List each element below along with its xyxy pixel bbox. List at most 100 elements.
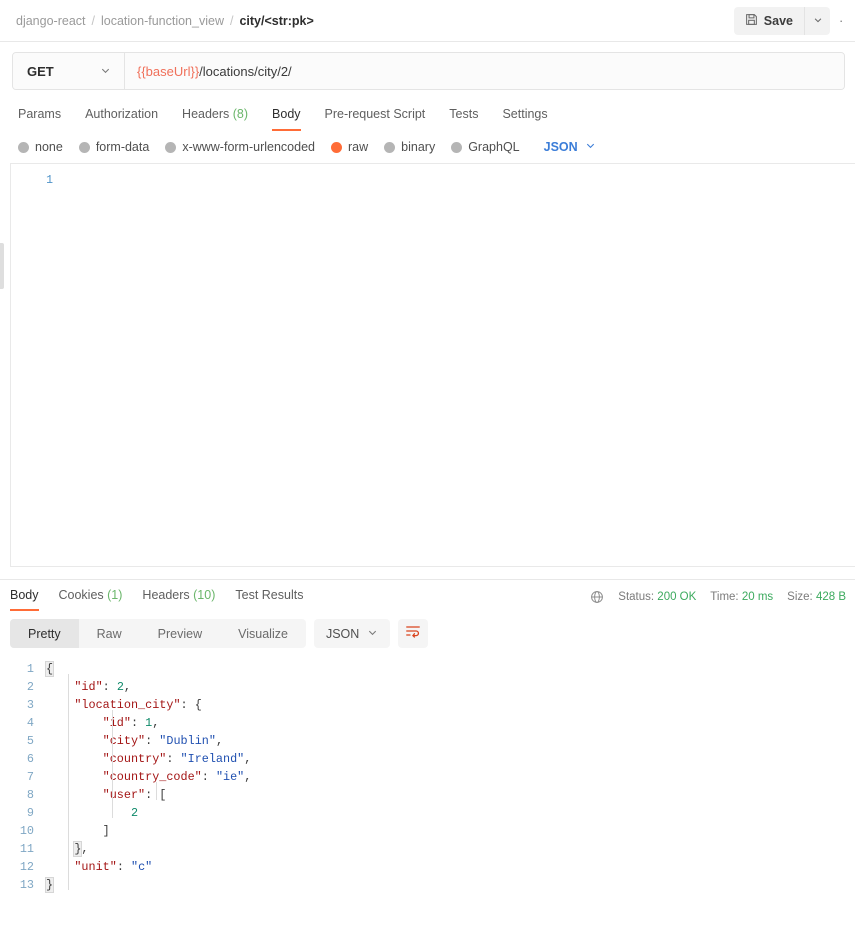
body-mode-x-www-form-urlencoded[interactable]: x-www-form-urlencoded xyxy=(165,140,315,154)
body-mode-raw[interactable]: raw xyxy=(331,140,368,154)
response-tabs: Body Cookies (1) Headers (10) Test Results … xyxy=(0,580,855,611)
url-variable: {{baseUrl}} xyxy=(137,63,200,79)
json-token: , xyxy=(123,680,132,694)
response-tab-body[interactable]: Body xyxy=(10,588,39,611)
json-token: "location_city" xyxy=(74,698,181,712)
response-body-json[interactable]: 1{2 "id": 2, 3 "location_city": {4 "id": … xyxy=(0,656,855,916)
tab-label: Headers xyxy=(182,107,230,121)
view-mode-preview[interactable]: Preview xyxy=(140,619,220,648)
response-view-modes: Pretty Raw Preview Visualize xyxy=(10,619,306,648)
json-line-content: "id": 2, xyxy=(46,678,131,696)
radio-icon[interactable] xyxy=(78,141,90,153)
top-bar: django-react / location-function_view / city… xyxy=(0,0,855,42)
json-line-content: { xyxy=(44,660,55,678)
body-mode-label: GraphQL xyxy=(468,140,520,154)
json-line: 11 }, xyxy=(0,840,855,858)
json-line-content: "unit": "c" xyxy=(46,858,152,876)
json-line-content: 2 xyxy=(46,804,138,822)
request-tab-authorization[interactable]: Authorization xyxy=(85,107,158,131)
request-tab-headers[interactable]: Headers (8) xyxy=(182,107,248,131)
json-token: : { xyxy=(180,698,202,712)
response-toolbar: Pretty Raw Preview Visualize JSON xyxy=(0,611,855,656)
status-metric: Status: 200 OK xyxy=(618,591,696,603)
json-line-number: 3 xyxy=(26,698,34,712)
json-token: "ie" xyxy=(215,770,245,784)
floppy-disk-icon xyxy=(745,13,758,29)
breadcrumb-item[interactable]: django-react xyxy=(16,14,86,28)
request-tab-params[interactable]: Params xyxy=(18,107,61,131)
json-line-content: "country": "Ireland", xyxy=(46,750,252,768)
json-line-number: 2 xyxy=(26,680,34,694)
json-line-number: 13 xyxy=(19,878,34,892)
response-tab-cookies[interactable]: Cookies (1) xyxy=(59,588,123,611)
response-meta: Status: 200 OK Time: 20 ms Size: 428 B xyxy=(590,590,855,611)
tab-label: Pre-request Script xyxy=(324,107,426,121)
tab-label: Cookies xyxy=(58,588,104,602)
radio-icon[interactable] xyxy=(165,141,177,153)
body-mode-none[interactable]: none xyxy=(18,140,63,154)
body-format-select[interactable]: JSON xyxy=(544,140,596,154)
radio-icon[interactable] xyxy=(384,141,396,153)
view-mode-pretty[interactable]: Pretty xyxy=(10,619,79,648)
json-token: : xyxy=(116,860,131,874)
radio-icon[interactable] xyxy=(18,141,29,153)
json-line: 9 2 xyxy=(0,804,855,822)
request-tab-settings[interactable]: Settings xyxy=(502,107,547,131)
json-token: : xyxy=(102,680,117,694)
json-line-content: "country_code": "ie", xyxy=(46,768,252,786)
save-button-label: Save xyxy=(763,13,793,28)
indent-guide xyxy=(156,782,157,800)
more-actions-button[interactable]: ··· xyxy=(839,13,845,28)
body-mode-form-data[interactable]: form-data xyxy=(78,140,149,154)
body-mode-label: raw xyxy=(348,140,369,154)
json-line-content: "user": [ xyxy=(46,786,167,804)
json-token: { xyxy=(44,661,55,677)
response-tab-headers[interactable]: Headers (10) xyxy=(142,588,215,611)
body-mode-options: none form-data x-www-form-urlencoded raw bin… xyxy=(0,131,855,163)
json-token: "city" xyxy=(102,734,146,748)
json-line-number: 7 xyxy=(26,770,34,784)
response-tab-test-results[interactable]: Test Results xyxy=(235,588,303,611)
json-line-number: 9 xyxy=(26,806,34,820)
json-line-content: "city": "Dublin", xyxy=(46,732,223,750)
tab-label: Headers xyxy=(142,588,190,602)
tab-label: Body xyxy=(272,107,301,121)
json-token: "country_code" xyxy=(102,770,202,784)
radio-icon[interactable] xyxy=(331,141,342,153)
view-mode-visualize[interactable]: Visualize xyxy=(220,619,306,648)
url-path: /locations/city/2/ xyxy=(199,63,292,79)
json-token: : xyxy=(145,734,160,748)
json-line-content: } xyxy=(44,876,55,894)
url-input[interactable]: {{baseUrl}}/locations/city/2/ xyxy=(125,53,844,89)
breadcrumb-separator: / xyxy=(91,13,95,28)
save-button[interactable]: Save xyxy=(733,6,804,35)
json-line-content: ] xyxy=(46,822,110,840)
save-options-button[interactable] xyxy=(804,6,830,35)
word-wrap-button[interactable] xyxy=(398,619,429,648)
response-format-select[interactable]: JSON xyxy=(313,619,391,648)
json-line-number: 6 xyxy=(26,752,34,766)
request-body-editor[interactable]: 1 xyxy=(10,163,855,567)
pane-resize-handle[interactable] xyxy=(0,243,4,289)
request-tab-body[interactable]: Body xyxy=(272,107,301,131)
view-mode-raw[interactable]: Raw xyxy=(79,619,140,648)
radio-icon[interactable] xyxy=(451,141,463,153)
json-token: ] xyxy=(46,824,110,838)
chevron-down-icon xyxy=(100,64,111,79)
body-mode-binary[interactable]: binary xyxy=(384,140,435,154)
json-line: 10 ] xyxy=(0,822,855,840)
json-token: "Ireland" xyxy=(180,752,245,766)
request-tab-pre-request-script[interactable]: Pre-request Script xyxy=(325,107,426,131)
size-label: Size: xyxy=(787,591,813,603)
body-mode-label: none xyxy=(35,140,63,154)
breadcrumb-item[interactable]: location-function_view xyxy=(101,14,224,28)
body-mode-graphql[interactable]: GraphQL xyxy=(451,140,520,154)
body-mode-label: binary xyxy=(401,140,436,154)
http-method-select[interactable]: GET xyxy=(13,53,125,89)
json-line: 2 "id": 2, xyxy=(0,678,855,696)
request-tab-tests[interactable]: Tests xyxy=(449,107,478,131)
